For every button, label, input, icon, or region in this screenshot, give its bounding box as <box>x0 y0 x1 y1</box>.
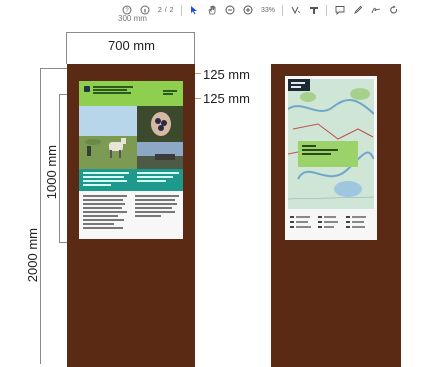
map-legend <box>288 213 374 233</box>
right-poster <box>285 76 377 240</box>
band-text-left <box>83 172 129 188</box>
zoom-in-icon[interactable] <box>243 5 254 16</box>
post-height-label: 2000 mm <box>25 228 40 283</box>
poster-title-block <box>93 85 139 95</box>
reindeer-photo <box>79 106 137 169</box>
panel-width-label: 700 mm <box>108 38 155 53</box>
pointer-icon[interactable] <box>189 5 200 16</box>
highlight-icon[interactable] <box>308 5 319 16</box>
top-margin-label: 125 mm <box>203 67 250 82</box>
right-post <box>271 64 401 367</box>
left-post <box>67 64 195 367</box>
poster-header <box>79 81 183 106</box>
toolbar-divider <box>282 4 283 16</box>
band-text-right <box>137 172 179 184</box>
post-height-line <box>40 68 41 364</box>
viewer-toolbar: ? 2 / 2 33% <box>0 0 427 20</box>
zoom-out-icon[interactable] <box>225 5 236 16</box>
clipped-dimension-label: 300 mm <box>118 14 147 23</box>
toolbar-divider <box>326 4 327 16</box>
rotate-icon[interactable] <box>388 5 399 16</box>
comment-icon[interactable] <box>334 5 345 16</box>
body-text-right <box>135 195 179 219</box>
text-select-icon[interactable] <box>290 5 301 16</box>
poster-logo <box>84 86 90 92</box>
landscape-photo <box>137 142 183 169</box>
left-poster <box>79 81 183 239</box>
page-indicator[interactable]: 2 / 2 <box>158 7 174 14</box>
callout-lines <box>302 145 338 157</box>
width-bracket-left <box>66 32 67 64</box>
panel-height-line <box>59 94 60 243</box>
side-margin-label: 125 mm <box>203 91 250 106</box>
body-text-left <box>83 195 127 231</box>
poster-sublogo <box>163 89 177 96</box>
poster-teal-band <box>79 169 183 191</box>
post-height-tick-top <box>40 68 68 69</box>
width-bracket-top <box>66 32 195 33</box>
toolbar-divider <box>180 4 182 16</box>
panel-height-label: 1000 mm <box>44 145 59 200</box>
hand-icon[interactable] <box>207 5 218 16</box>
zoom-level-select[interactable]: 33% <box>261 7 275 14</box>
width-bracket-right <box>194 32 195 64</box>
map-callout <box>298 141 358 167</box>
trail-map <box>288 79 374 209</box>
sign-icon[interactable] <box>370 5 381 16</box>
pen-icon[interactable] <box>352 5 363 16</box>
berries-photo <box>137 106 183 142</box>
